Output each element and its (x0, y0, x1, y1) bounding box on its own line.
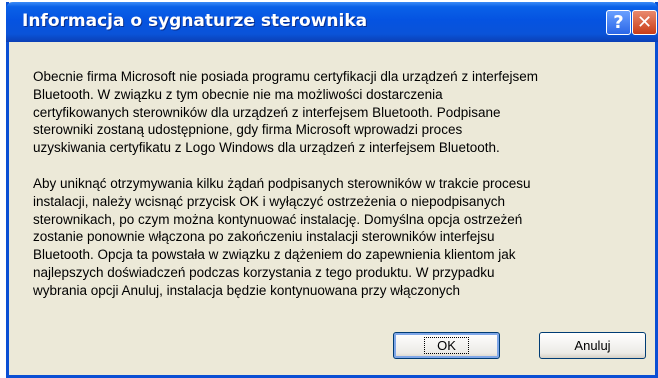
message-line: Bluetooth. W związku z tym obecnie nie m… (33, 86, 443, 102)
help-button[interactable]: ? (606, 10, 631, 35)
message-line: wybrania opcji Anuluj, instalacja będzie… (33, 282, 460, 298)
message-line: Obecnie firma Microsoft nie posiada prog… (33, 69, 538, 84)
cancel-button[interactable]: Anuluj (539, 332, 646, 359)
dialog-window: Informacja o sygnaturze sterownika ? ✕ O… (6, 2, 658, 378)
message-line: Bluetooth. Opcja ta powstała w związku z… (33, 247, 516, 263)
close-button[interactable]: ✕ (632, 10, 657, 35)
message-line: Aby uniknąć otrzymywania kilku żądań pod… (33, 175, 531, 191)
message-line: certyfikowanych sterowników dla urządzeń… (33, 104, 501, 120)
message-line: uzyskiwania certyfikatu z Logo Windows d… (33, 140, 500, 156)
message-line: sterownikach, po czym można kontynuować … (33, 211, 523, 227)
message-line: sterowniki zostaną udostępnione, gdy fir… (33, 122, 463, 138)
message-line: instalacji, należy wcisnąć przycisk OK i… (33, 193, 505, 209)
message-line: zostanie ponownie włączona po zakończeni… (33, 229, 495, 245)
message-area: Obecnie firma Microsoft nie posiada prog… (9, 42, 655, 324)
message-line: najlepszych doświadczeń podczas korzysta… (33, 264, 495, 280)
message-paragraph-2: Aby uniknąć otrzymywania kilku żądań pod… (33, 175, 633, 300)
dialog-title: Informacja o sygnaturze sterownika (22, 11, 368, 31)
message-paragraph-1: Obecnie firma Microsoft nie posiada prog… (33, 68, 633, 157)
ok-button-label: OK (424, 337, 469, 354)
title-bar[interactable]: Informacja o sygnaturze sterownika ? ✕ (6, 2, 658, 42)
ok-button[interactable]: OK (393, 332, 500, 359)
